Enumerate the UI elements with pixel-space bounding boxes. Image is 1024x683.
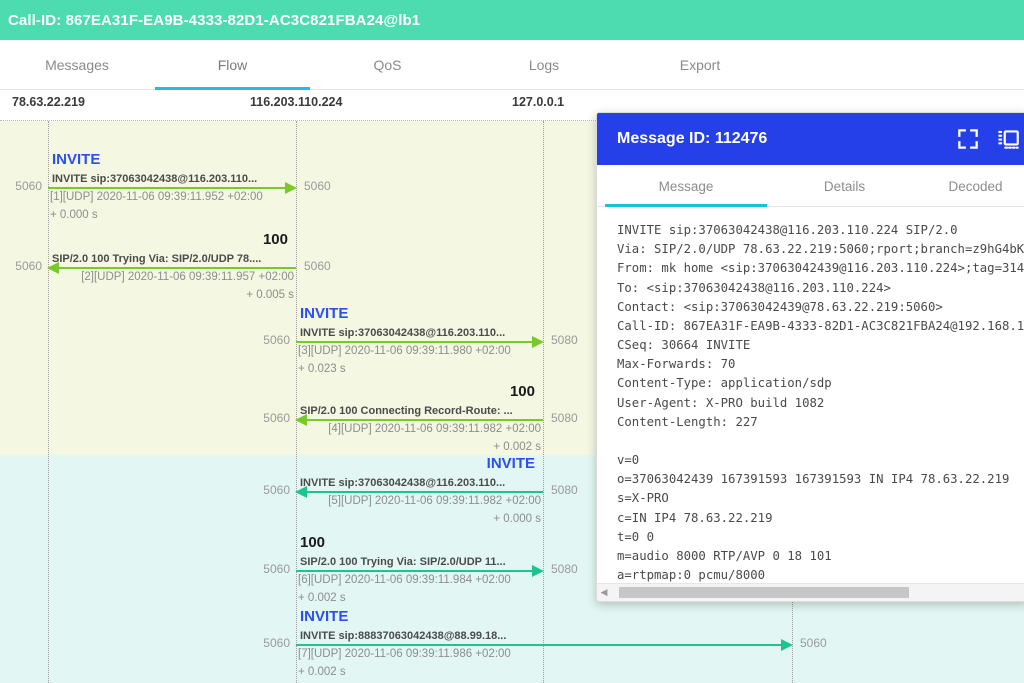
message-timestamp: [6][UDP] 2020-11-06 09:39:11.984 +02:00 bbox=[298, 574, 511, 586]
scroll-left-arrow[interactable]: ◀ bbox=[597, 587, 611, 598]
message-timestamp: [7][UDP] 2020-11-06 09:39:11.986 +02:00 bbox=[298, 648, 511, 660]
message-timestamp: [2][UDP] 2020-11-06 09:39:11.957 +02:00 bbox=[81, 271, 294, 283]
fullscreen-icon[interactable] bbox=[955, 126, 981, 152]
dock-panel-icon[interactable] bbox=[995, 126, 1021, 152]
message-arrow-line bbox=[296, 570, 533, 572]
message-port-right: 5060 bbox=[800, 636, 827, 650]
lifeline-78.63.22.219 bbox=[48, 121, 49, 683]
panel-tab-strip: Message Details Decoded bbox=[597, 165, 1024, 207]
message-method-label: INVITE bbox=[486, 455, 535, 472]
message-summary: SIP/2.0 100 Trying Via: SIP/2.0/UDP 78..… bbox=[52, 253, 262, 265]
message-port-left: 5060 bbox=[263, 333, 290, 347]
column-header-ip: 116.203.110.224 bbox=[250, 95, 343, 109]
message-arrow-line bbox=[296, 644, 782, 646]
tab-messages[interactable]: Messages bbox=[30, 40, 124, 90]
tab-label: Export bbox=[679, 57, 721, 73]
message-summary: INVITE sip:37063042438@116.203.110... bbox=[300, 477, 506, 489]
tab-logs[interactable]: Logs bbox=[495, 40, 593, 90]
sip-message-text: INVITE sip:37063042438@116.203.110.224 S… bbox=[617, 223, 1024, 583]
call-id-label: Call-ID: 867EA31F-EA9B-4333-82D1-AC3C821… bbox=[8, 11, 421, 29]
call-id-bar: Call-ID: 867EA31F-EA9B-4333-82D1-AC3C821… bbox=[0, 0, 1024, 40]
tab-label: QoS bbox=[373, 57, 402, 73]
panel-body: INVITE sip:37063042438@116.203.110.224 S… bbox=[597, 207, 1024, 585]
message-summary: INVITE sip:88837063042438@88.99.18... bbox=[300, 630, 507, 642]
lifeline-116.203.110.224 bbox=[296, 121, 297, 683]
message-summary: SIP/2.0 100 Trying Via: SIP/2.0/UDP 11..… bbox=[300, 556, 506, 568]
message-method-label: INVITE bbox=[300, 305, 349, 322]
panel-tab-decoded[interactable]: Decoded bbox=[922, 165, 1024, 207]
main-tab-strip: Messages Flow QoS Logs Export bbox=[0, 40, 1024, 90]
message-method-label: INVITE bbox=[300, 608, 349, 625]
panel-tab-details[interactable]: Details bbox=[782, 165, 907, 207]
message-method-label: 100 bbox=[300, 534, 326, 551]
message-delta: + 0.002 s bbox=[493, 441, 541, 453]
tab-flow[interactable]: Flow bbox=[155, 40, 310, 90]
message-summary: INVITE sip:37063042438@116.203.110... bbox=[300, 327, 506, 339]
message-method-label: 100 bbox=[262, 231, 288, 248]
message-method-label: 100 bbox=[509, 383, 535, 400]
message-arrow-line bbox=[306, 419, 543, 421]
message-port-right: 5080 bbox=[551, 483, 578, 497]
message-port-right: 5080 bbox=[551, 562, 578, 576]
message-delta: + 0.023 s bbox=[298, 363, 346, 375]
message-port-left: 5060 bbox=[15, 179, 42, 193]
message-arrow-line bbox=[296, 341, 533, 343]
message-delta: + 0.005 s bbox=[246, 289, 294, 301]
message-delta: + 0.002 s bbox=[298, 666, 346, 678]
message-delta: + 0.000 s bbox=[493, 513, 541, 525]
panel-actions bbox=[955, 113, 1021, 165]
message-timestamp: [3][UDP] 2020-11-06 09:39:11.980 +02:00 bbox=[298, 345, 511, 357]
message-port-right: 5060 bbox=[304, 259, 331, 273]
column-header-ip: 127.0.0.1 bbox=[512, 95, 565, 109]
column-header-ip: 78.63.22.219 bbox=[12, 95, 85, 109]
panel-horizontal-scrollbar[interactable]: ◀ bbox=[597, 583, 1024, 601]
tab-label: Flow bbox=[217, 57, 248, 73]
tab-export[interactable]: Export bbox=[650, 40, 750, 90]
message-timestamp: [4][UDP] 2020-11-06 09:39:11.982 +02:00 bbox=[328, 423, 541, 435]
tab-label: Logs bbox=[528, 57, 560, 73]
message-timestamp: [5][UDP] 2020-11-06 09:39:11.982 +02:00 bbox=[328, 495, 541, 507]
message-method-label: INVITE bbox=[52, 151, 101, 168]
message-summary: SIP/2.0 100 Connecting Record-Route: ... bbox=[300, 405, 513, 417]
panel-tab-message[interactable]: Message bbox=[605, 165, 767, 207]
scrollbar-thumb[interactable] bbox=[619, 587, 909, 598]
message-port-right: 5080 bbox=[551, 411, 578, 425]
message-summary: INVITE sip:37063042438@116.203.110... bbox=[52, 173, 258, 185]
panel-title: Message ID: 112476 bbox=[617, 130, 768, 147]
message-delta: + 0.000 s bbox=[50, 209, 98, 221]
message-port-right: 5080 bbox=[551, 333, 578, 347]
panel-tab-label: Message bbox=[658, 178, 714, 194]
tab-qos[interactable]: QoS bbox=[340, 40, 435, 90]
message-detail-panel: Message ID: 112476 Message Details Decoded… bbox=[596, 112, 1024, 602]
message-port-left: 5060 bbox=[263, 562, 290, 576]
panel-tab-label: Details bbox=[823, 178, 866, 194]
tab-label: Messages bbox=[45, 57, 109, 73]
message-arrow-line bbox=[48, 187, 286, 189]
message-port-left: 5060 bbox=[15, 259, 42, 273]
message-timestamp: [1][UDP] 2020-11-06 09:39:11.952 +02:00 bbox=[50, 191, 263, 203]
tab-active-underline bbox=[155, 87, 310, 90]
panel-header: Message ID: 112476 bbox=[597, 113, 1024, 165]
lifeline-127.0.0.1 bbox=[543, 121, 544, 683]
message-arrow-line bbox=[306, 491, 543, 493]
message-port-right: 5060 bbox=[304, 179, 331, 193]
panel-tab-label: Decoded bbox=[948, 178, 1003, 194]
message-port-left: 5060 bbox=[263, 411, 290, 425]
message-port-left: 5060 bbox=[263, 483, 290, 497]
message-arrow-line bbox=[58, 267, 296, 269]
message-port-left: 5060 bbox=[263, 636, 290, 650]
message-delta: + 0.002 s bbox=[298, 592, 346, 604]
